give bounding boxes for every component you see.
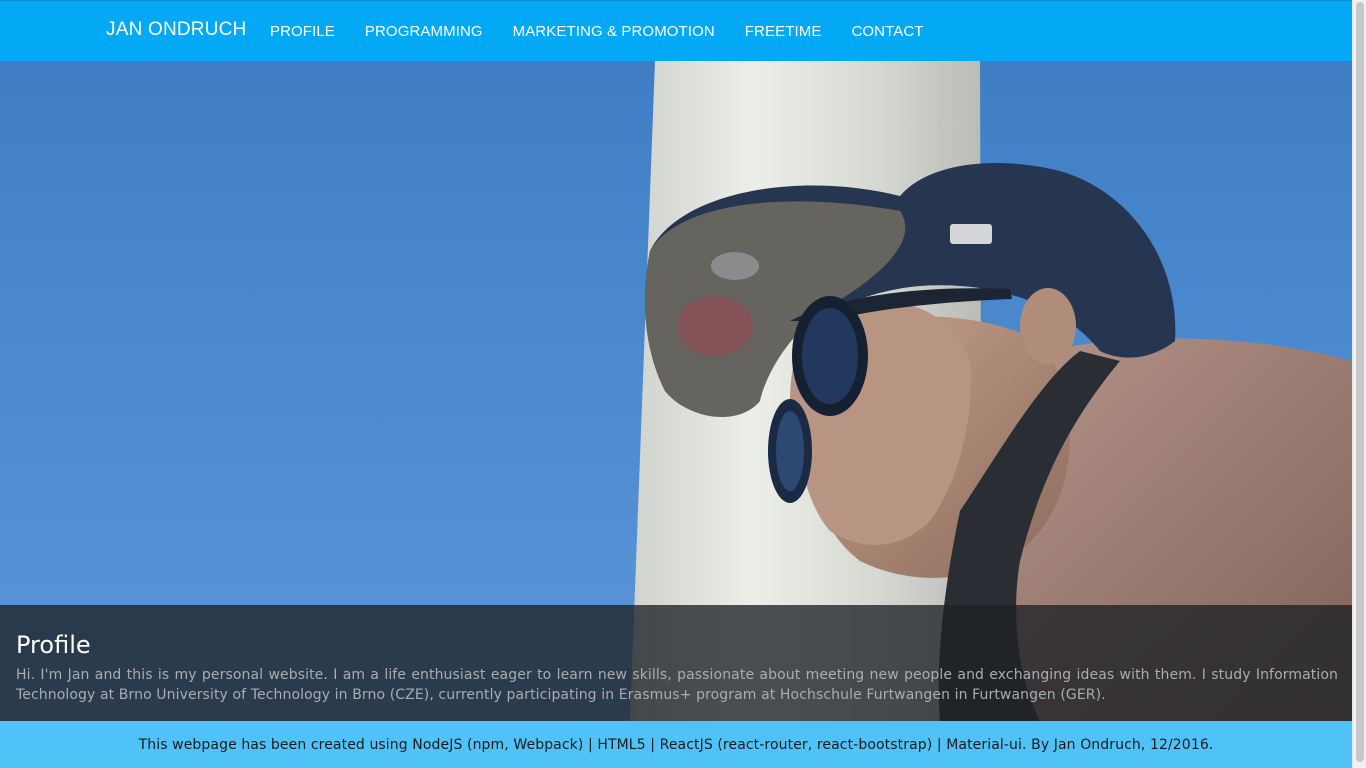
nav-link-programming[interactable]: PROGRAMMING xyxy=(350,23,498,40)
profile-caption: Profile Hi. I'm Jan and this is my perso… xyxy=(0,605,1352,721)
nav-link-freetime[interactable]: FREETIME xyxy=(730,23,837,40)
nav-link-contact[interactable]: CONTACT xyxy=(836,23,938,40)
caption-text: Hi. I'm Jan and this is my personal webs… xyxy=(16,667,1338,703)
footer-text: This webpage has been created using Node… xyxy=(138,736,1214,753)
scrollbar-thumb[interactable] xyxy=(1356,2,1364,762)
nav-link-profile[interactable]: PROFILE xyxy=(255,23,350,40)
brand-link[interactable]: JAN ONDRUCH xyxy=(106,19,246,41)
top-navbar: JAN ONDRUCH PROFILE PROGRAMMING MARKETIN… xyxy=(0,0,1352,61)
page-footer: This webpage has been created using Node… xyxy=(0,721,1352,768)
nav-link-marketing-promotion[interactable]: MARKETING & PROMOTION xyxy=(498,23,730,40)
nav-links: PROFILE PROGRAMMING MARKETING & PROMOTIO… xyxy=(255,1,939,62)
vertical-scrollbar[interactable] xyxy=(1352,0,1366,768)
profile-hero: Profile Hi. I'm Jan and this is my perso… xyxy=(0,61,1352,721)
caption-title: Profile xyxy=(16,631,91,659)
page: JAN ONDRUCH PROFILE PROGRAMMING MARKETIN… xyxy=(0,0,1366,768)
